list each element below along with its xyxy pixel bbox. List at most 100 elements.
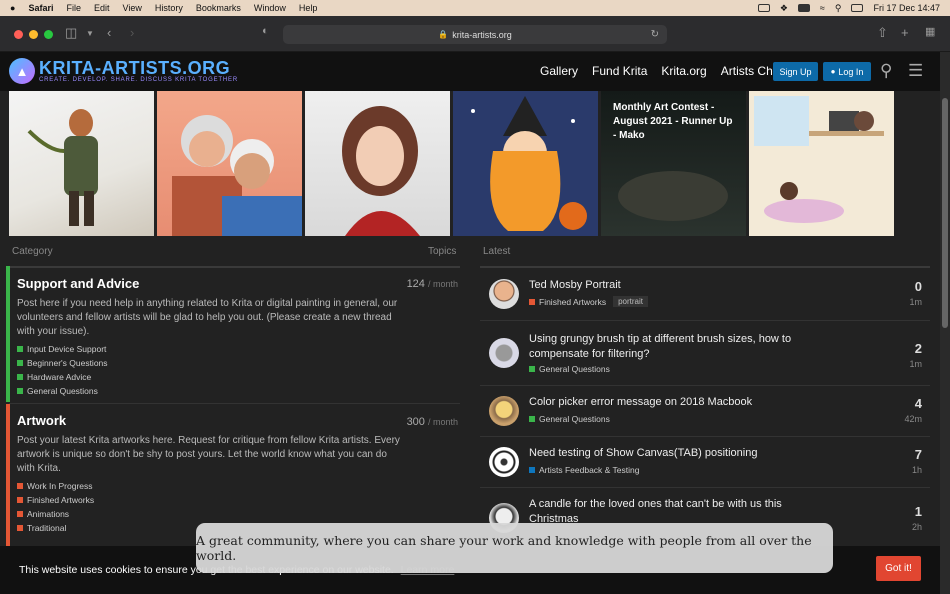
menu-edit[interactable]: Edit	[94, 3, 110, 13]
nav-krita-org[interactable]: Krita.org	[661, 64, 706, 78]
topic-row[interactable]: Need testing of Show Canvas(TAB) positio…	[480, 437, 930, 487]
subcategory-link[interactable]: Beginner's Questions	[17, 358, 458, 368]
hamburger-menu-icon[interactable]: ☰	[908, 61, 923, 81]
apple-menu-icon[interactable]: ●	[10, 3, 15, 13]
subcategory-color-icon	[17, 497, 23, 503]
close-window-button[interactable]	[14, 30, 23, 39]
battery-icon[interactable]	[797, 4, 810, 12]
featured-artwork[interactable]	[9, 91, 154, 236]
address-bar[interactable]: 🔒 krita-artists.org ↻	[283, 25, 667, 44]
back-button[interactable]: ‹	[107, 25, 111, 40]
topic-row[interactable]: Using grungy brush tip at different brus…	[480, 321, 930, 385]
window-controls	[14, 30, 53, 39]
subcategory-label: Finished Artworks	[27, 495, 95, 505]
category-title[interactable]: Artwork	[17, 413, 458, 428]
topics-header: Topics	[428, 246, 457, 257]
menu-bookmarks[interactable]: Bookmarks	[196, 3, 241, 13]
topic-category[interactable]: Artists Feedback & Testing	[529, 465, 639, 475]
featured-artwork[interactable]	[453, 91, 598, 236]
clock[interactable]: Fri 17 Dec 14:47	[873, 3, 940, 13]
new-tab-icon[interactable]: +	[901, 25, 909, 40]
topic-category[interactable]: General Questions	[529, 414, 610, 424]
topic-category[interactable]: General Questions	[529, 364, 610, 374]
featured-artwork[interactable]	[749, 91, 894, 236]
menu-view[interactable]: View	[122, 3, 141, 13]
menu-file[interactable]: File	[66, 3, 81, 13]
tab-overview-icon[interactable]: ▦	[925, 25, 935, 38]
featured-artwork[interactable]	[157, 91, 302, 236]
subcategory-link[interactable]: Work In Progress	[17, 481, 458, 491]
macos-menubar: ● Safari File Edit View History Bookmark…	[0, 0, 950, 16]
reply-count: 0	[914, 279, 922, 294]
subcategory-link[interactable]: Hardware Advice	[17, 372, 458, 382]
site-logo[interactable]: ▲ KRITA-ARTISTS.ORG CREATE. DEVELOP. SHA…	[9, 58, 238, 84]
dropbox-icon[interactable]: ❖	[780, 3, 788, 14]
logo-tagline: CREATE. DEVELOP. SHARE. DISCUSS KRITA TO…	[39, 77, 238, 83]
category-support-and-advice[interactable]: Support and Advice 124 / month Post here…	[6, 266, 458, 402]
reply-count: 4	[914, 396, 922, 411]
subcategory-label: Animations	[27, 509, 70, 519]
featured-artwork[interactable]: Monthly Art Contest - August 2021 - Runn…	[601, 91, 746, 236]
topic-title[interactable]: Color picker error message on 2018 Macbo…	[529, 395, 829, 410]
topic-title[interactable]: Ted Mosby Portrait	[529, 278, 829, 293]
avatar[interactable]	[489, 279, 519, 309]
topic-row[interactable]: Color picker error message on 2018 Macbo…	[480, 386, 930, 436]
spotlight-icon[interactable]: ⚲	[835, 3, 842, 14]
topic-title[interactable]: Need testing of Show Canvas(TAB) positio…	[529, 446, 829, 461]
nav-fund-krita[interactable]: Fund Krita	[592, 64, 647, 78]
chevron-down-icon[interactable]: ▼	[86, 29, 94, 38]
category-color-icon	[529, 366, 535, 372]
login-button[interactable]: ● Log In	[823, 62, 871, 81]
activity-time[interactable]: 1m	[909, 297, 922, 307]
nav-gallery[interactable]: Gallery	[540, 64, 578, 78]
topic-title[interactable]: Using grungy brush tip at different brus…	[529, 332, 829, 362]
menu-app-name[interactable]: Safari	[28, 3, 53, 13]
menu-help[interactable]: Help	[299, 3, 318, 13]
activity-time[interactable]: 42m	[904, 414, 922, 424]
subcategory-link[interactable]: Finished Artworks	[17, 495, 458, 505]
wifi-icon[interactable]: ≈	[820, 3, 825, 13]
featured-artwork[interactable]	[305, 91, 450, 236]
zoom-window-button[interactable]	[44, 30, 53, 39]
got-it-button[interactable]: Got it!	[876, 556, 921, 581]
activity-time[interactable]: 1h	[912, 465, 922, 475]
menu-window[interactable]: Window	[254, 3, 286, 13]
page-scrollbar[interactable]	[940, 52, 950, 594]
subcategory-link[interactable]: Animations	[17, 509, 458, 519]
forward-button[interactable]: ›	[130, 25, 134, 40]
search-icon[interactable]: ⚲	[880, 61, 892, 81]
minimize-window-button[interactable]	[29, 30, 38, 39]
subcategory-link[interactable]: General Questions	[17, 386, 458, 396]
avatar[interactable]	[489, 396, 519, 426]
category-description: Post here if you need help in anything r…	[17, 298, 398, 337]
topic-tag[interactable]: portrait	[613, 296, 648, 307]
subcategory-color-icon	[17, 511, 23, 517]
activity-time[interactable]: 2h	[912, 522, 922, 532]
featured-banner: Monthly Art Contest - August 2021 - Runn…	[9, 91, 894, 236]
reload-icon[interactable]: ↻	[651, 29, 659, 40]
activity-time[interactable]: 1m	[909, 359, 922, 369]
category-description: Post your latest Krita artworks here. Re…	[17, 435, 400, 474]
sidebar-toggle-icon[interactable]: ◫	[65, 25, 77, 41]
topic-row[interactable]: Ted Mosby Portrait Finished Artworks por…	[480, 268, 930, 320]
display-icon[interactable]	[757, 4, 770, 12]
caption-overlay: A great community, where you can share y…	[196, 523, 833, 573]
menu-history[interactable]: History	[155, 3, 183, 13]
control-center-icon[interactable]	[851, 4, 864, 12]
category-color-icon	[529, 467, 535, 473]
witch-girl-image	[471, 96, 587, 231]
category-title[interactable]: Support and Advice	[17, 276, 458, 291]
privacy-shield-icon[interactable]: ◐	[262, 25, 269, 37]
subcategory-link[interactable]: Input Device Support	[17, 344, 458, 354]
category-header: Category	[12, 246, 53, 257]
scrollbar-thumb[interactable]	[942, 98, 948, 328]
avatar[interactable]	[489, 447, 519, 477]
address-text: krita-artists.org	[452, 29, 512, 40]
topic-category[interactable]: Finished Artworks portrait	[529, 296, 648, 307]
avatar[interactable]	[489, 338, 519, 368]
reply-count: 1	[914, 504, 922, 519]
signup-button[interactable]: Sign Up	[773, 62, 818, 81]
share-icon[interactable]: ⇧	[877, 25, 888, 41]
category-count: 300 / month	[407, 416, 458, 428]
count-period: / month	[427, 417, 458, 427]
